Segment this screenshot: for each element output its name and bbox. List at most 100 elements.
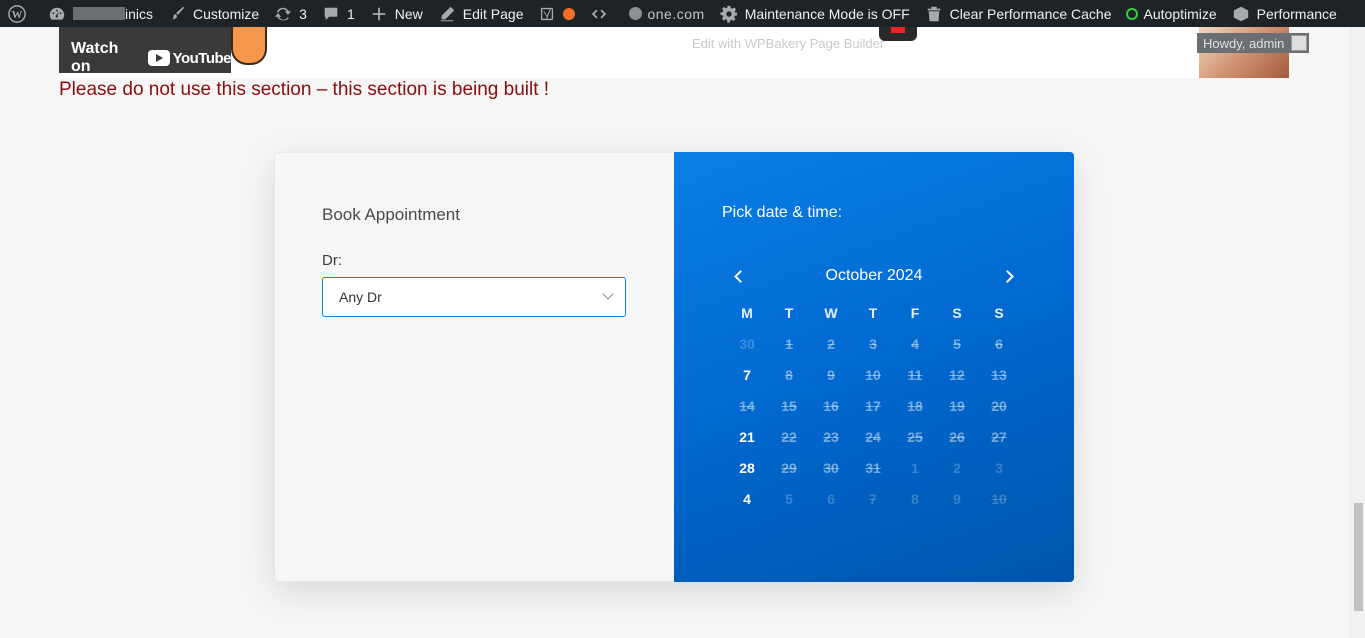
calendar-day-unavailable: 26 — [949, 428, 965, 445]
site-name-menu[interactable]: inics — [40, 0, 160, 27]
booking-form-panel: Book Appointment Dr: Any Dr — [274, 152, 674, 582]
calendar-day-unavailable: 3 — [869, 335, 877, 352]
youtube-embed[interactable]: Watch on YouTube Edit with WPBakery Page… — [59, 27, 1289, 78]
doctor-select[interactable]: Any Dr — [322, 277, 626, 317]
page-scrollbar[interactable] — [1350, 27, 1365, 638]
customize-button[interactable]: Customize — [160, 0, 266, 27]
calendar-month-label: October 2024 — [825, 267, 923, 284]
calendar-day-unavailable: 5 — [785, 490, 793, 507]
weekday-header: T — [784, 304, 794, 321]
section-warning-text: Please do not use this section – this se… — [59, 79, 550, 100]
calendar-day-unavailable: 16 — [823, 397, 839, 414]
book-appointment-title: Book Appointment — [322, 205, 460, 224]
next-month-button[interactable] — [998, 264, 1022, 288]
calendar-day-available[interactable]: 21 — [726, 421, 768, 452]
calendar-day-unavailable: 22 — [781, 428, 797, 445]
trash-icon — [924, 4, 944, 24]
chevron-down-icon — [602, 288, 614, 300]
performance-cube-icon — [1231, 4, 1251, 24]
code-brackets-icon — [589, 4, 609, 24]
weekday-header: S — [952, 304, 962, 321]
calendar-day-unavailable: 19 — [949, 397, 965, 414]
youtube-logo: YouTube — [147, 49, 232, 67]
calendar-day-unavailable: 8 — [911, 490, 919, 507]
calendar-day-unavailable: 2 — [827, 335, 835, 352]
calendar-day-unavailable: 9 — [953, 490, 961, 507]
watch-on-youtube-bar[interactable]: Watch on YouTube — [59, 27, 232, 76]
calendar-day-unavailable: 3 — [995, 459, 1003, 476]
onecom-logo-icon — [629, 7, 643, 20]
calendar-day-unavailable: 25 — [907, 428, 923, 445]
calendar-day-unavailable: 31 — [865, 459, 881, 476]
svg-text:W: W — [12, 9, 23, 21]
autoptimize-button[interactable]: Autoptimize — [1119, 0, 1224, 27]
calendar-day-unavailable: 7 — [869, 490, 877, 507]
comments-count: 1 — [346, 5, 355, 22]
calendar-day-unavailable: 11 — [907, 366, 923, 383]
updates-button[interactable]: 3 — [266, 0, 314, 27]
wordpress-logo-icon: W — [7, 4, 27, 24]
onecom-button[interactable]: one.com — [622, 0, 711, 27]
wpbakery-edit-link[interactable]: Edit with WPBakery Page Builder — [692, 36, 884, 51]
autoptimize-status-icon — [1125, 7, 1138, 20]
edit-page-label: Edit Page — [462, 5, 524, 22]
calendar-day-unavailable: 1 — [785, 335, 793, 352]
clear-cache-label: Clear Performance Cache — [949, 5, 1112, 22]
new-label: New — [394, 5, 423, 22]
howdy-admin-menu[interactable]: Howdy, admin — [1197, 33, 1309, 53]
calendar-day-available[interactable]: 7 — [726, 359, 768, 390]
calendar-day-unavailable: 29 — [781, 459, 797, 476]
yoast-seo-button[interactable] — [530, 0, 582, 27]
maintenance-mode-button[interactable]: Maintenance Mode is OFF — [712, 0, 917, 27]
redacted-site-name — [73, 7, 125, 20]
weekday-header: M — [741, 304, 753, 321]
calendar-day-unavailable: 17 — [865, 397, 881, 414]
calendar-day-unavailable: 30 — [739, 335, 755, 352]
pick-date-time-title: Pick date & time: — [722, 204, 843, 221]
clear-cache-button[interactable]: Clear Performance Cache — [917, 0, 1119, 27]
edit-page-button[interactable]: Edit Page — [430, 0, 531, 27]
youtube-wordmark: YouTube — [172, 49, 232, 67]
calendar-day-unavailable: 10 — [865, 366, 881, 383]
chevron-right-icon — [1001, 269, 1015, 283]
calendar-day-unavailable: 12 — [949, 366, 965, 383]
updates-refresh-icon — [273, 4, 293, 24]
doctor-label: Dr: — [322, 252, 342, 269]
weekday-header: S — [994, 304, 1004, 321]
performance-button[interactable]: Performance — [1224, 0, 1344, 27]
calendar-day-unavailable: 24 — [865, 428, 881, 445]
calendar-day-unavailable: 15 — [781, 397, 797, 414]
calendar-day-unavailable: 8 — [785, 366, 793, 383]
comments-button[interactable]: 1 — [314, 0, 362, 27]
calendar-day-unavailable: 6 — [827, 490, 835, 507]
prev-month-button[interactable] — [726, 264, 750, 288]
code-snippets-button[interactable] — [582, 0, 622, 27]
weekday-header: F — [910, 304, 920, 321]
calendar-day-unavailable: 10 — [991, 490, 1007, 507]
maintenance-label: Maintenance Mode is OFF — [744, 5, 910, 22]
calendar-day-unavailable: 2 — [953, 459, 961, 476]
calendar-day-available[interactable]: 4 — [726, 483, 768, 514]
gear-icon — [719, 4, 739, 24]
calendar-day-unavailable: 27 — [991, 428, 1007, 445]
watch-on-youtube-link[interactable]: Watch on YouTube — [71, 40, 232, 76]
calendar-day-unavailable: 30 — [823, 459, 839, 476]
onecom-label: one.com — [647, 5, 705, 22]
scrollbar-thumb[interactable] — [1354, 503, 1363, 611]
updates-count: 3 — [299, 5, 307, 22]
comment-bubble-icon — [321, 4, 341, 24]
calendar-panel: Pick date & time: October 2024 M T W T F S S 30… — [674, 152, 1074, 582]
calendar-day-unavailable: 6 — [995, 335, 1003, 352]
new-content-button[interactable]: New — [362, 0, 430, 27]
calendar-day-unavailable: 13 — [991, 366, 1007, 383]
calendar-day-unavailable: 5 — [953, 335, 961, 352]
user-avatar-icon — [1291, 35, 1307, 51]
doctor-select-value: Any Dr — [339, 289, 382, 305]
customize-label: Customize — [193, 5, 260, 22]
yoast-logo-icon — [537, 4, 557, 24]
calendar-day-available[interactable]: 28 — [726, 452, 768, 483]
howdy-label: Howdy, admin — [1203, 35, 1285, 51]
chevron-left-icon — [733, 269, 747, 283]
calendar-grid: M T W T F S S 30 1 2 3 4 5 6 7 8 9 10 11 12 13 14 15 16 17 18 19 20… — [726, 297, 1020, 514]
wp-logo-button[interactable]: W — [0, 0, 40, 27]
